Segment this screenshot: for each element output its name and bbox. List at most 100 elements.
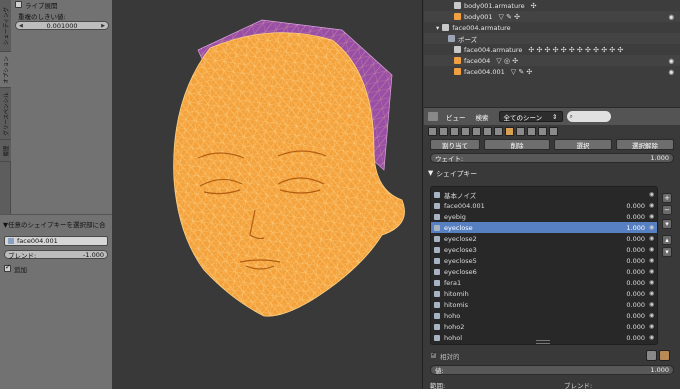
search-icon: ⌕ [569,112,573,120]
live-unwrap-checkbox[interactable] [15,1,22,8]
menu-search[interactable]: 検索 [476,112,489,122]
tab-particles[interactable] [538,126,547,136]
remove-button[interactable]: 削除 [484,139,550,150]
blend-field[interactable]: ブレンド: -1.000 [4,250,108,260]
expand-icon[interactable]: ▾ [436,24,439,32]
armature-icon [454,46,461,53]
mute-checkbox-icon[interactable]: ◉ [649,290,657,297]
outliner-row[interactable]: face004.001 ▽ ✎ ✣ ◉ [424,66,680,77]
3d-viewport[interactable] [112,0,423,389]
live-unwrap-toggle[interactable]: ライブ展開 [15,0,58,10]
remove-shape-key-button[interactable]: − [662,205,672,215]
shape-source-field[interactable]: face004.001 [4,236,108,246]
menu-view[interactable]: ビュー [446,112,466,122]
assign-button[interactable]: 割り当て [430,139,480,150]
outliner-row-label: body001.armature [464,1,525,10]
list-item[interactable]: eyeclose6 0.000 ◉ [431,266,657,277]
scene-select[interactable]: 全てのシーン ⇕ [498,111,563,122]
shape-key-list[interactable]: 基本ノイズ ◉ face004.001 0.000 ◉ eyebig 0.000 ◉ ey… [430,186,658,345]
outliner-row[interactable]: ポーズ [424,33,680,44]
mute-checkbox-icon[interactable]: ◉ [649,246,657,253]
mute-checkbox-icon[interactable]: ◉ [649,312,657,319]
list-item[interactable]: hitomis 0.000 ◉ [431,299,657,310]
outliner-row[interactable]: body001 ▽ ✎ ✣ ◉ [424,11,680,22]
outliner-row[interactable]: face004 ▽ ◎ ✣ ◉ [424,55,680,66]
eye-icon[interactable]: ◉ [668,57,674,65]
mute-checkbox-icon[interactable]: ◉ [649,202,657,209]
tab-world[interactable] [461,126,470,136]
editor-type-icon[interactable] [428,112,438,121]
mute-checkbox-icon[interactable]: ◉ [649,279,657,286]
add-toggle[interactable]: 追加 [4,263,27,274]
move-down-button[interactable]: ▾ [662,247,672,257]
tab-scene[interactable] [450,126,459,136]
tab-constraints[interactable] [483,126,492,136]
list-item[interactable]: eyeclose2 0.000 ◉ [431,233,657,244]
list-item[interactable]: face004.001 0.000 ◉ [431,200,657,211]
chevron-down-icon: ⇕ [552,112,558,121]
operator-panel-title[interactable]: ▼任意のシェイプキーを選択部に合 [3,219,111,229]
outliner[interactable]: body001.armature ✣ body001 ▽ ✎ ✣ ◉ ▾ fac… [424,0,680,107]
mesh-canvas[interactable] [112,0,423,389]
tab-history[interactable]: 履歴 [0,140,11,162]
list-item[interactable]: hoho 0.000 ◉ [431,310,657,321]
mute-checkbox-icon[interactable]: ◉ [649,323,657,330]
list-item[interactable]: 基本ノイズ ◉ [431,189,657,200]
tab-modifiers[interactable] [494,126,503,136]
decrement-arrow-icon[interactable]: ◀ [19,23,23,29]
shape-value-slider[interactable]: 値: 1.000 [430,365,674,375]
increment-arrow-icon[interactable]: ▶ [101,23,105,29]
mute-checkbox-icon[interactable]: ◉ [649,191,657,198]
add-shape-key-button[interactable]: + [662,193,672,203]
list-item[interactable]: eyebig 0.000 ◉ [431,211,657,222]
pin-icon[interactable] [646,350,657,361]
tab-material[interactable] [516,126,525,136]
mute-checkbox-icon[interactable]: ◉ [649,301,657,308]
relative-toggle[interactable]: 相対的 [430,350,460,361]
tab-render[interactable] [428,126,437,136]
edit-mode-icon[interactable] [659,350,670,361]
value-label: 値: [435,367,444,375]
tab-object[interactable] [472,126,481,136]
deselect-button[interactable]: 選択解除 [616,139,674,150]
list-item[interactable]: fera1 0.000 ◉ [431,277,657,288]
outliner-row[interactable]: face004.armature ✣ ✣ ✣ ✣ ✣ ✣ ✣ ✣ ✣ ✣ ✣ ✣ [424,44,680,55]
move-up-button[interactable]: ▴ [662,235,672,245]
list-item-selected[interactable]: eyeclose 1.000 ◉ [431,222,657,233]
tab-texture[interactable] [527,126,536,136]
outliner-row-label: face004.armature [464,45,523,54]
mute-checkbox-icon[interactable]: ◉ [649,257,657,264]
shape-key-icon [434,224,440,231]
mute-checkbox-icon[interactable]: ◉ [649,334,657,341]
shape-keys-panel-title[interactable]: ▼ シェイプキー [428,168,477,178]
relative-checkbox[interactable] [430,350,437,359]
shape-key-specials-button[interactable]: ▾ [662,219,672,229]
eye-icon[interactable]: ◉ [668,68,674,76]
list-item[interactable]: eyeclose3 0.000 ◉ [431,244,657,255]
select-button[interactable]: 選択 [554,139,612,150]
outliner-row-label: face004.armature [452,23,511,32]
mute-checkbox-icon[interactable]: ◉ [649,268,657,275]
tab-options[interactable]: オプション [0,52,11,88]
mute-checkbox-icon[interactable]: ◉ [649,224,657,231]
tab-data[interactable] [505,126,514,136]
tab-shading[interactable]: シェーディング [0,0,11,52]
outliner-row[interactable]: body001.armature ✣ [424,0,680,11]
mute-checkbox-icon[interactable]: ◉ [649,213,657,220]
eye-icon[interactable]: ◉ [668,13,674,21]
bone-icon: ✣ [530,1,537,10]
list-resize-handle[interactable] [536,340,550,344]
list-item[interactable]: eyeclose5 0.000 ◉ [431,255,657,266]
threshold-field[interactable]: ◀ 0.001000 ▶ [15,21,109,30]
list-item[interactable]: hitomih 0.000 ◉ [431,288,657,299]
outliner-row[interactable]: ▾ face004.armature [424,22,680,33]
add-checkbox[interactable] [4,263,11,272]
tab-physics[interactable] [549,126,558,136]
list-item[interactable]: hoho2 0.000 ◉ [431,321,657,332]
tab-layers[interactable] [439,126,448,136]
tab-grease-pencil[interactable]: グリースペンシル [0,88,11,140]
mute-checkbox-icon[interactable]: ◉ [649,235,657,242]
outliner-row-label: face004 [464,56,491,65]
weight-slider[interactable]: ウェイト: 1.000 [430,153,674,163]
search-input[interactable]: ⌕ [566,111,611,122]
